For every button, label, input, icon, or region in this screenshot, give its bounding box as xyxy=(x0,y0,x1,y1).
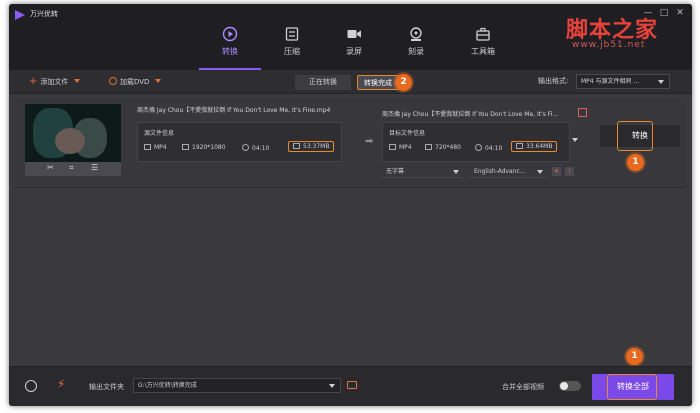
app-window: 万兴优转 — □ ✕ 转换 压缩 录屏 刻录 工具箱 + 添加文件 加载DVD … xyxy=(9,4,692,406)
resolution-icon xyxy=(425,144,432,150)
tab-converting[interactable]: 正在转换 xyxy=(295,75,351,90)
output-format-label: 输出格式: xyxy=(538,77,569,85)
source-file-name: 周杰倫 Jay Chou【不愛我就拉倒 If You Don't Love Me… xyxy=(137,107,331,114)
source-format-value: MP4 xyxy=(154,144,167,151)
settings-icon[interactable]: ✦ xyxy=(552,167,561,176)
cut-icon[interactable]: ✂ xyxy=(47,163,54,172)
nav-tab-record[interactable]: 录屏 xyxy=(326,22,382,70)
video-thumbnail[interactable] xyxy=(25,104,121,162)
output-format-select[interactable]: MP4 与源文件相同 ... xyxy=(576,74,670,89)
target-size-value: 33.64MB xyxy=(526,143,553,150)
burn-icon xyxy=(410,27,422,41)
target-duration: 04:10 xyxy=(475,144,502,152)
output-folder-select[interactable]: G:\万兴优转\转换完成 xyxy=(133,378,341,393)
merge-all-toggle[interactable] xyxy=(559,381,581,391)
load-dvd-button[interactable]: 加载DVD xyxy=(109,75,162,89)
subtitle-select[interactable]: 无字幕 xyxy=(382,166,462,178)
target-resolution-value: 720*480 xyxy=(435,144,461,151)
source-duration: 04:10 xyxy=(242,144,269,152)
app-logo-icon xyxy=(15,10,25,20)
tab-done[interactable]: 转换完成 xyxy=(357,75,399,90)
watermark-url: www.jb51.net xyxy=(572,40,646,50)
merge-all-label: 合并全部视频 xyxy=(502,383,544,391)
arrow-right-icon: ➡ xyxy=(365,136,374,147)
nav-tab-compress[interactable]: 压缩 xyxy=(264,22,320,70)
audio-track-select[interactable]: English-Advanc... xyxy=(470,166,546,178)
chevron-down-icon[interactable] xyxy=(74,79,81,83)
source-duration-value: 04:10 xyxy=(252,145,270,152)
annotation-badge-1-bottom: 1 xyxy=(626,348,643,365)
nav-tab-label: 刻录 xyxy=(408,47,424,56)
nav-tab-label: 压缩 xyxy=(284,47,300,56)
source-info-box: 源文件信息 MP4 1920*1080 04:10 53.37MB xyxy=(137,122,342,162)
nav-tab-toolbox[interactable]: 工具箱 xyxy=(455,22,511,70)
watermark: 脚本之家 www.jb51.net xyxy=(566,12,700,58)
target-info-box: 目标文件信息 MP4 720*480 04:10 33.64MB xyxy=(382,122,570,162)
resolution-icon xyxy=(182,144,189,150)
open-folder-icon[interactable] xyxy=(347,381,357,389)
dvd-icon xyxy=(109,77,117,85)
convert-all-highlight xyxy=(607,374,657,400)
effects-icon[interactable]: ☰ xyxy=(91,163,98,172)
add-file-label: 添加文件 xyxy=(40,78,69,86)
target-format-value: MP4 xyxy=(399,144,412,151)
alarm-clock-icon[interactable] xyxy=(25,380,37,392)
target-size: 33.64MB xyxy=(511,141,558,152)
toolbar: + 添加文件 加载DVD 正在转换 转换完成 输出格式: MP4 与源文件相同 .… xyxy=(9,70,692,94)
source-resolution: 1920*1080 xyxy=(182,144,226,151)
target-duration-value: 04:10 xyxy=(485,145,503,152)
crop-icon[interactable]: ⌗ xyxy=(69,163,74,173)
target-format: MP4 xyxy=(389,144,412,151)
bottom-bar: ⚡ 输出文件夹 G:\万兴优转\转换完成 合并全部视频 转换全部 xyxy=(9,366,692,406)
lightning-icon[interactable]: ⚡ xyxy=(57,377,65,391)
output-format-value: MP4 与源文件相同 ... xyxy=(581,78,640,85)
source-format: MP4 xyxy=(144,144,167,151)
chevron-down-icon xyxy=(453,170,459,174)
target-file-name: 周杰倫 Jay Chou【不愛我就拉倒 If You Don't Love Me… xyxy=(382,111,559,118)
format-icon xyxy=(144,144,151,150)
convert-highlight xyxy=(617,121,653,151)
source-size-value: 53.37MB xyxy=(303,143,330,150)
chevron-down-icon xyxy=(658,80,664,84)
edit-icon[interactable] xyxy=(578,108,587,117)
load-dvd-label: 加载DVD xyxy=(120,78,150,86)
chevron-down-icon xyxy=(537,170,543,174)
source-size: 53.37MB xyxy=(288,141,335,152)
clock-icon xyxy=(475,144,482,151)
add-file-button[interactable]: + 添加文件 xyxy=(29,75,81,89)
annotation-badge-2: 2 xyxy=(395,74,412,91)
thumbnail-tools: ✂ ⌗ ☰ xyxy=(25,162,121,176)
chevron-down-icon[interactable] xyxy=(155,79,162,83)
compress-icon xyxy=(285,27,299,41)
clock-icon xyxy=(242,144,249,151)
toolbox-icon xyxy=(476,27,490,41)
folder-icon xyxy=(293,143,300,149)
target-info-title: 目标文件信息 xyxy=(389,130,426,137)
nav-tab-label: 录屏 xyxy=(346,47,362,56)
nav-tab-label: 工具箱 xyxy=(471,47,495,56)
target-resolution: 720*480 xyxy=(425,144,461,151)
format-icon xyxy=(389,144,396,150)
output-folder-path: G:\万兴优转\转换完成 xyxy=(138,382,197,389)
subtitle-value: 无字幕 xyxy=(386,168,405,175)
info-icon[interactable]: i xyxy=(565,167,574,176)
record-icon xyxy=(347,30,361,38)
chevron-down-icon xyxy=(329,384,335,388)
source-resolution-value: 1920*1080 xyxy=(192,144,226,151)
target-format-dropdown-icon[interactable] xyxy=(572,138,578,142)
nav-tab-burn[interactable]: 刻录 xyxy=(388,22,444,70)
nav-tab-label: 转换 xyxy=(222,47,238,56)
convert-icon xyxy=(222,26,238,42)
app-title: 万兴优转 xyxy=(30,10,58,18)
annotation-badge-1: 1 xyxy=(627,154,644,171)
audio-track-value: English-Advanc... xyxy=(474,168,526,175)
output-folder-label: 输出文件夹 xyxy=(89,383,124,391)
nav-tab-convert[interactable]: 转换 xyxy=(202,22,258,70)
plus-icon: + xyxy=(29,76,38,87)
task-row: ✂ ⌗ ☰ 周杰倫 Jay Chou【不愛我就拉倒 If You Don't L… xyxy=(15,98,686,188)
source-info-title: 源文件信息 xyxy=(144,130,175,137)
folder-icon xyxy=(516,143,523,149)
